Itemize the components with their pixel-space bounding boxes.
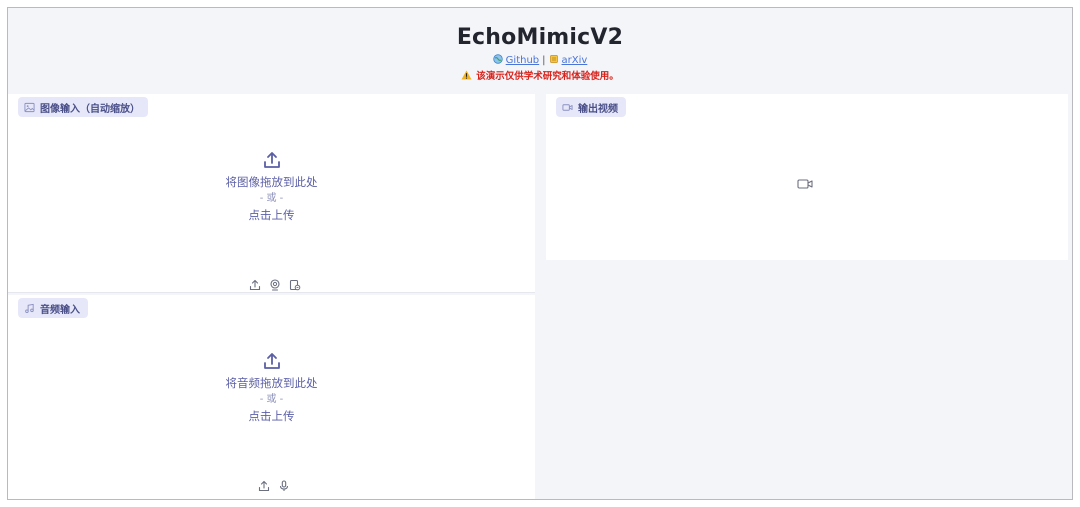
upload-icon — [263, 353, 280, 369]
audio-dropzone[interactable]: 将音频拖放到此处 - 或 - 点击上传 — [8, 351, 535, 425]
warning-icon — [461, 70, 472, 80]
github-link[interactable]: Github — [506, 55, 539, 66]
warning-notice: 该演示仅供学术研究和体验使用。 — [8, 68, 1072, 82]
image-drop-text: 将图像拖放到此处 — [225, 175, 318, 189]
image-dropzone[interactable]: 将图像拖放到此处 - 或 - 点击上传 — [8, 150, 535, 224]
image-source-toolbar — [249, 279, 301, 291]
audio-input-panel: 音频输入 将音频拖放到此处 - 或 - 点击上传 — [8, 295, 535, 499]
audio-drop-text: 将音频拖放到此处 — [225, 376, 318, 390]
webcam-icon[interactable] — [269, 279, 281, 291]
link-separator: | — [542, 55, 546, 66]
upload-icon[interactable] — [249, 279, 261, 291]
image-input-label-text: 图像输入（自动缩放） — [40, 103, 140, 115]
video-output-label-text: 输出视频 — [578, 103, 618, 115]
image-or-text: - 或 - — [259, 193, 284, 204]
page-title: EchoMimicV2 — [456, 25, 624, 50]
audio-source-toolbar — [258, 480, 290, 492]
header-links: Github | arXiv — [8, 54, 1072, 66]
clipboard-icon[interactable] — [289, 279, 301, 291]
music-note-icon — [25, 303, 34, 313]
arxiv-link[interactable]: arXiv — [562, 55, 588, 66]
upload-icon — [263, 152, 280, 168]
audio-click-upload: 点击上传 — [248, 409, 295, 423]
globe-icon — [492, 54, 503, 64]
video-output-panel: 输出视频 — [546, 94, 1068, 260]
audio-or-text: - 或 - — [259, 394, 284, 405]
page-header: EchoMimicV2 Github | arXiv 该演示仅供学术研究和体验使用… — [8, 8, 1072, 94]
video-camera-icon — [562, 103, 573, 111]
microphone-icon[interactable] — [278, 480, 290, 492]
image-input-panel: 图像输入（自动缩放） 将图像拖放到此处 - 或 - 点击上传 — [8, 94, 535, 293]
scroll-icon — [549, 55, 558, 63]
warning-text: 该演示仅供学术研究和体验使用。 — [476, 71, 619, 82]
video-output-label: 输出视频 — [556, 97, 626, 117]
image-icon — [24, 102, 35, 112]
image-click-upload: 点击上传 — [248, 208, 295, 222]
audio-input-label: 音频输入 — [18, 298, 88, 318]
upload-icon[interactable] — [258, 480, 270, 492]
app-frame: EchoMimicV2 Github | arXiv 该演示仅供学术研究和体验使用… — [7, 7, 1073, 500]
video-camera-icon — [797, 179, 813, 189]
audio-input-label-text: 音频输入 — [40, 304, 80, 316]
image-input-label: 图像输入（自动缩放） — [18, 97, 148, 117]
